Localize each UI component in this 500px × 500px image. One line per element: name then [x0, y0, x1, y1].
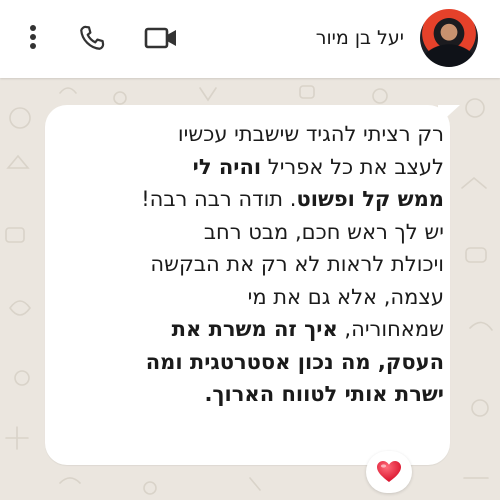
contact-name[interactable]: יעל בן מיור [316, 22, 404, 54]
message-bold-segment: והיה לי [192, 154, 262, 179]
message-line: ממש קל ופשוט. תודה רבה רבה! [64, 183, 444, 216]
message-segment: לעצב את כל אפריל [261, 154, 444, 179]
message-bold-segment: העסק, מה נכון אסטרטגית ומה [145, 349, 444, 374]
message-segment: . תודה רבה רבה! [141, 187, 297, 211]
message-line: העסק, מה נכון אסטרטגית ומה [64, 346, 444, 379]
chat-header: יעל בן מיור [0, 0, 500, 78]
message-line: ישרת אותי לטווח הארוך. [64, 378, 444, 411]
message-line: רק רציתי להגיד שישבתי עכשיו [64, 118, 444, 151]
avatar[interactable] [420, 9, 478, 67]
message-segment: רק רציתי להגיד שישבתי עכשיו [177, 122, 444, 146]
message-line: לעצב את כל אפריל והיה לי [64, 151, 444, 184]
message-line: שמאחוריה, איך זה משרת את [64, 313, 444, 346]
more-vert-icon[interactable] [22, 22, 44, 52]
message-line: יש לך ראש חכם, מבט רחב [64, 216, 444, 249]
message-segment: שמאחוריה, [337, 317, 444, 341]
video-camera-icon[interactable] [142, 22, 180, 54]
message-text: רק רציתי להגיד שישבתי עכשיו לעצב את כל אפ… [64, 118, 444, 411]
message-bold-segment: ממש קל ופשוט [296, 187, 444, 211]
message-line: ויכולת לראות לא רק את הבקשה [64, 248, 444, 281]
heart-icon [376, 460, 402, 484]
reaction-badge[interactable] [366, 451, 412, 493]
message-segment: ויכולת לראות לא רק את הבקשה [150, 252, 444, 276]
message-segment: יש לך ראש חכם, מבט רחב [203, 219, 444, 244]
message-segment: עצמה, אלא גם את מי [247, 284, 444, 309]
message-line: עצמה, אלא גם את מי [64, 281, 444, 314]
phone-icon[interactable] [76, 22, 108, 54]
message-bold-segment: ישרת אותי לטווח הארוך. [204, 382, 444, 406]
message-bold-segment: איך זה משרת את [171, 317, 338, 341]
